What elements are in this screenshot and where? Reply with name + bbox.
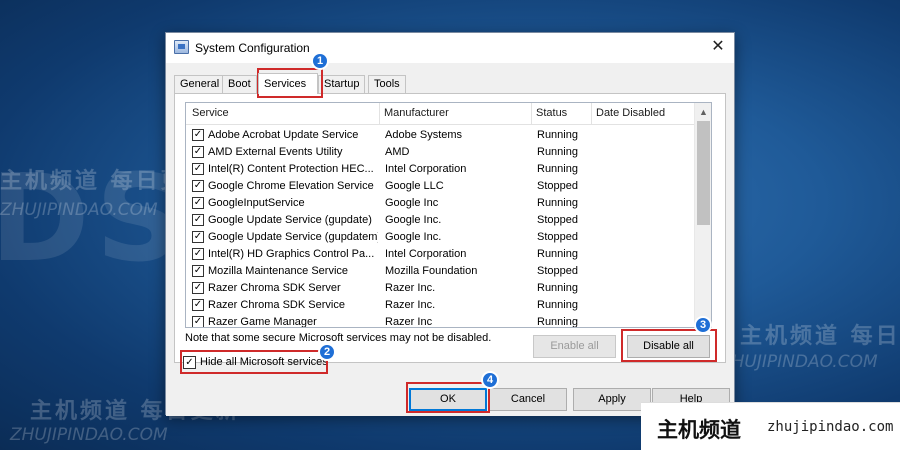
site-banner-url[interactable]: zhujipindao.com	[767, 419, 893, 435]
service-checkbox[interactable]: ✓	[192, 248, 204, 260]
service-name: Intel(R) Content Protection HEC...	[208, 163, 374, 175]
vertical-scrollbar[interactable]: ▲	[694, 103, 711, 327]
service-checkbox[interactable]: ✓	[192, 231, 204, 243]
tab-general[interactable]: General	[174, 75, 226, 93]
service-manufacturer: Intel Corporation	[385, 163, 467, 175]
service-status: Running	[537, 248, 578, 260]
table-row[interactable]: ✓ Google Update Service (gupdate) Google I…	[186, 212, 695, 229]
table-row[interactable]: ✓ AMD External Events Utility AMD Running	[186, 144, 695, 161]
tab-tools[interactable]: Tools	[368, 75, 406, 93]
table-row[interactable]: ✓ Intel(R) Content Protection HEC... Intel…	[186, 161, 695, 178]
service-checkbox[interactable]: ✓	[192, 163, 204, 175]
column-header-manufacturer[interactable]: Manufacturer	[384, 107, 449, 119]
service-name: Adobe Acrobat Update Service	[208, 129, 359, 141]
service-name: Razer Chroma SDK Server	[208, 282, 341, 294]
table-row[interactable]: ✓ Google Update Service (gupdatem) Google …	[186, 229, 695, 246]
service-manufacturer: Razer Inc	[385, 316, 433, 328]
service-status: Stopped	[537, 180, 578, 192]
column-header-service[interactable]: Service	[192, 107, 229, 119]
site-banner: 主机频道 zhujipindao.com	[641, 402, 900, 450]
tab-services[interactable]: Services	[258, 73, 318, 94]
service-name: Intel(R) HD Graphics Control Pa...	[208, 248, 375, 260]
services-list[interactable]: Service Manufacturer Status Date Disable…	[185, 102, 712, 328]
service-manufacturer: Google Inc.	[385, 214, 442, 226]
service-checkbox[interactable]: ✓	[192, 265, 204, 277]
scroll-thumb[interactable]	[697, 121, 710, 225]
service-status: Stopped	[537, 231, 578, 243]
service-status: Running	[537, 197, 578, 209]
tab-boot[interactable]: Boot	[222, 75, 257, 93]
window-title: System Configuration	[195, 41, 310, 55]
service-manufacturer: Mozilla Foundation	[385, 265, 478, 277]
enable-all-button[interactable]: Enable all	[533, 335, 616, 358]
service-manufacturer: Razer Inc.	[385, 282, 436, 294]
service-checkbox[interactable]: ✓	[192, 197, 204, 209]
note-text: Note that some secure Microsoft services…	[185, 332, 492, 344]
table-row[interactable]: ✓ Razer Game Manager Razer Inc Running	[186, 314, 695, 328]
title-bar: System Configuration ✕	[166, 33, 734, 63]
apply-button[interactable]: Apply	[573, 388, 651, 411]
service-status: Running	[537, 316, 578, 328]
service-manufacturer: AMD	[385, 146, 410, 158]
table-row[interactable]: ✓ GoogleInputService Google Inc Running	[186, 195, 695, 212]
service-status: Running	[537, 146, 578, 158]
service-checkbox[interactable]: ✓	[192, 214, 204, 226]
step-marker-3: 3	[694, 316, 712, 334]
hide-microsoft-services-label[interactable]: Hide all Microsoft services	[200, 356, 328, 368]
step-marker-4: 4	[481, 371, 499, 389]
service-status: Running	[537, 163, 578, 175]
step-marker-1: 1	[311, 52, 329, 70]
service-manufacturer: Google Inc	[385, 197, 439, 209]
service-name: Google Update Service (gupdate)	[208, 214, 372, 226]
service-manufacturer: Google LLC	[385, 180, 444, 192]
service-checkbox[interactable]: ✓	[192, 282, 204, 294]
ok-button[interactable]: OK	[409, 388, 487, 411]
service-checkbox[interactable]: ✓	[192, 129, 204, 141]
service-checkbox[interactable]: ✓	[192, 299, 204, 311]
service-checkbox[interactable]: ✓	[192, 180, 204, 192]
column-header-date-disabled[interactable]: Date Disabled	[596, 107, 665, 119]
service-name: Razer Chroma SDK Service	[208, 299, 345, 311]
site-banner-cn: 主机频道	[657, 418, 741, 442]
service-checkbox[interactable]: ✓	[192, 146, 204, 158]
service-manufacturer: Adobe Systems	[385, 129, 463, 141]
disable-all-button[interactable]: Disable all	[627, 335, 710, 358]
service-manufacturer: Razer Inc.	[385, 299, 436, 311]
service-status: Running	[537, 282, 578, 294]
watermark-cn: 主机频道 每日更新	[740, 324, 900, 349]
msconfig-icon	[174, 40, 189, 54]
table-row[interactable]: ✓ Intel(R) HD Graphics Control Pa... Intel…	[186, 246, 695, 263]
watermark-en: ZHUJIPINDAO.COM	[10, 425, 168, 445]
table-row[interactable]: ✓ Razer Chroma SDK Server Razer Inc. Runnin…	[186, 280, 695, 297]
system-configuration-window: System Configuration ✕ General Boot Serv…	[165, 32, 735, 416]
table-row[interactable]: ✓ Google Chrome Elevation Service Google L…	[186, 178, 695, 195]
hide-microsoft-services-checkbox[interactable]: ✓	[183, 356, 196, 369]
watermark-en: ZHUJIPINDAO.COM	[0, 200, 158, 220]
table-row[interactable]: ✓ Mozilla Maintenance Service Mozilla Foun…	[186, 263, 695, 280]
service-status: Stopped	[537, 265, 578, 277]
close-icon[interactable]: ✕	[708, 38, 728, 58]
column-header-status[interactable]: Status	[536, 107, 567, 119]
table-row[interactable]: ✓ Adobe Acrobat Update Service Adobe Syste…	[186, 127, 695, 144]
cancel-button[interactable]: Cancel	[489, 388, 567, 411]
service-status: Stopped	[537, 214, 578, 226]
service-manufacturer: Intel Corporation	[385, 248, 467, 260]
service-name: AMD External Events Utility	[208, 146, 343, 158]
scroll-up-icon[interactable]: ▲	[699, 106, 708, 118]
service-checkbox[interactable]: ✓	[192, 316, 204, 327]
watermark-en: ZHUJIPINDAO.COM	[720, 352, 878, 372]
service-name: Mozilla Maintenance Service	[208, 265, 349, 277]
service-status: Running	[537, 299, 578, 311]
tab-startup[interactable]: Startup	[318, 75, 366, 93]
table-row[interactable]: ✓ Razer Chroma SDK Service Razer Inc. Runni…	[186, 297, 695, 314]
service-name: Razer Game Manager	[208, 316, 317, 328]
service-status: Running	[537, 129, 578, 141]
service-name: Google Update Service (gupdatem)	[208, 231, 378, 243]
service-manufacturer: Google Inc.	[385, 231, 442, 243]
service-name: GoogleInputService	[208, 197, 305, 209]
list-header: Service Manufacturer Status Date Disable…	[186, 103, 695, 125]
service-name: Google Chrome Elevation Service	[208, 180, 374, 192]
step-marker-2: 2	[318, 343, 336, 361]
